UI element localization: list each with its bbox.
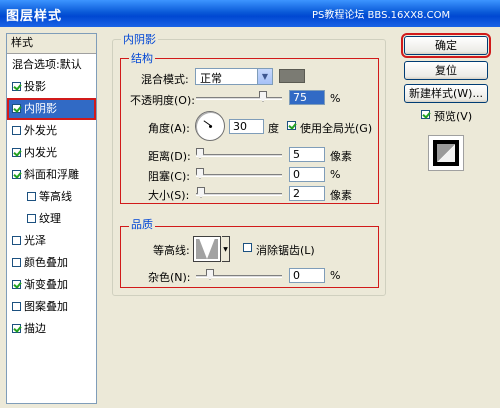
blend-mode-value: 正常 xyxy=(200,72,222,85)
style-item-label: 颜色叠加 xyxy=(24,256,68,269)
structure-title: 结构 xyxy=(129,50,155,66)
style-item-checkbox[interactable] xyxy=(27,192,36,201)
antialias-label[interactable]: 消除锯齿(L) xyxy=(256,242,315,258)
style-item-label: 光泽 xyxy=(24,234,46,247)
window-title: 图层样式 xyxy=(6,9,63,24)
title-bar: 图层样式 PS教程论坛 BBS.16XX8.COM xyxy=(0,0,500,27)
style-item-checkbox[interactable] xyxy=(27,214,36,223)
contour-label: 等高线: xyxy=(153,244,190,257)
style-item[interactable]: 斜面和浮雕 xyxy=(7,164,96,186)
style-item-label: 渐变叠加 xyxy=(24,278,68,291)
preview-checkbox[interactable] xyxy=(421,110,430,119)
style-item-checkbox[interactable] xyxy=(12,104,21,113)
style-item[interactable]: 纹理 xyxy=(7,208,96,230)
style-item-checkbox[interactable] xyxy=(12,258,21,267)
style-item[interactable]: 描边 xyxy=(7,318,96,340)
style-item-checkbox[interactable] xyxy=(12,148,21,157)
size-input[interactable]: 2 xyxy=(289,186,325,201)
blend-mode-label: 混合模式: xyxy=(141,73,189,86)
antialias-checkbox[interactable] xyxy=(243,243,252,252)
style-item[interactable]: 投影 xyxy=(7,76,96,98)
style-item-checkbox[interactable] xyxy=(12,236,21,245)
opacity-input[interactable]: 75 xyxy=(289,90,325,105)
opacity-slider-track[interactable] xyxy=(196,97,282,100)
opacity-unit: % xyxy=(330,92,341,105)
size-slider-track[interactable] xyxy=(196,193,282,196)
chevron-down-icon[interactable]: ▼ xyxy=(257,69,272,84)
distance-label: 距离(D): xyxy=(148,150,191,163)
style-item-checkbox[interactable] xyxy=(12,126,21,135)
styles-list: 样式 混合选项:默认投影内阴影外发光内发光斜面和浮雕等高线纹理光泽颜色叠加渐变叠… xyxy=(6,33,97,404)
style-item-checkbox[interactable] xyxy=(12,324,21,333)
style-item-label: 图案叠加 xyxy=(24,300,68,313)
style-preview-thumbnail xyxy=(428,135,464,171)
angle-unit: 度 xyxy=(268,122,279,135)
style-item-checkbox[interactable] xyxy=(12,170,21,179)
distance-unit: 像素 xyxy=(330,150,352,163)
style-item-label: 斜面和浮雕 xyxy=(24,168,79,181)
style-item-checkbox[interactable] xyxy=(12,82,21,91)
choke-unit: % xyxy=(330,168,341,181)
size-unit: 像素 xyxy=(330,189,352,202)
style-item[interactable]: 颜色叠加 xyxy=(7,252,96,274)
style-item[interactable]: 内发光 xyxy=(7,142,96,164)
style-item-label: 描边 xyxy=(24,322,46,335)
blend-mode-select[interactable]: 正常 ▼ xyxy=(195,68,273,85)
noise-input[interactable]: 0 xyxy=(289,268,325,283)
style-item-label: 内阴影 xyxy=(24,102,57,115)
noise-label: 杂色(N): xyxy=(148,271,191,284)
global-light-checkbox[interactable] xyxy=(287,121,296,130)
distance-input[interactable]: 5 xyxy=(289,147,325,162)
style-item-label: 内发光 xyxy=(24,146,57,159)
style-item[interactable]: 混合选项:默认 xyxy=(7,54,96,76)
style-item-label: 混合选项:默认 xyxy=(12,58,82,71)
noise-unit: % xyxy=(330,269,341,282)
choke-label: 阻塞(C): xyxy=(148,170,190,183)
inner-shadow-title: 内阴影 xyxy=(121,31,158,47)
style-item[interactable]: 外发光 xyxy=(7,120,96,142)
styles-list-header: 样式 xyxy=(7,34,96,54)
style-item-checkbox[interactable] xyxy=(12,302,21,311)
style-item[interactable]: 内阴影 xyxy=(7,98,96,120)
reset-button[interactable]: 复位 xyxy=(404,61,488,80)
shadow-color-swatch[interactable] xyxy=(279,69,305,83)
quality-title: 品质 xyxy=(129,216,155,232)
style-item[interactable]: 渐变叠加 xyxy=(7,274,96,296)
choke-input[interactable]: 0 xyxy=(289,167,325,182)
style-item[interactable]: 图案叠加 xyxy=(7,296,96,318)
style-item[interactable]: 光泽 xyxy=(7,230,96,252)
opacity-label: 不透明度(O): xyxy=(130,94,195,107)
size-label: 大小(S): xyxy=(148,189,190,202)
angle-dial-center xyxy=(209,125,212,128)
angle-label: 角度(A): xyxy=(148,122,190,135)
distance-slider-track[interactable] xyxy=(196,154,282,157)
ok-button[interactable]: 确定 xyxy=(401,33,491,58)
watermark: PS教程论坛 BBS.16XX8.COM xyxy=(312,10,451,21)
style-item-label: 外发光 xyxy=(24,124,57,137)
style-item-checkbox[interactable] xyxy=(12,280,21,289)
style-item[interactable]: 等高线 xyxy=(7,186,96,208)
preview-label[interactable]: 预览(V) xyxy=(434,108,472,124)
contour-dropdown-icon[interactable]: ▼ xyxy=(222,236,230,262)
new-style-button[interactable]: 新建样式(W)... xyxy=(404,84,488,103)
style-item-label: 纹理 xyxy=(39,212,61,225)
style-item-label: 投影 xyxy=(24,80,46,93)
angle-dial[interactable] xyxy=(195,111,225,141)
contour-picker[interactable] xyxy=(193,236,221,262)
style-item-label: 等高线 xyxy=(39,190,72,203)
global-light-label[interactable]: 使用全局光(G) xyxy=(300,120,372,136)
angle-input[interactable]: 30 xyxy=(229,119,264,134)
choke-slider-track[interactable] xyxy=(196,174,282,177)
